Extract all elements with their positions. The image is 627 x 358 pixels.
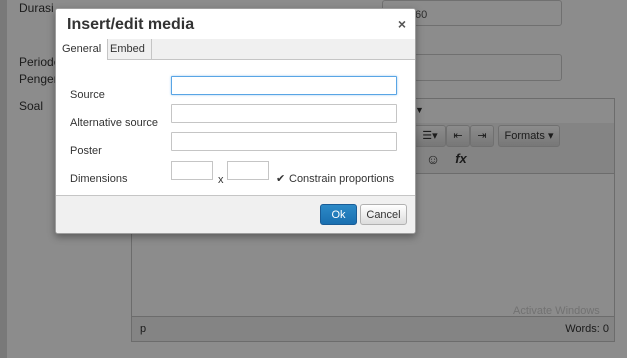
poster-input[interactable] (171, 132, 397, 151)
constrain-label[interactable]: Constrain proportions (289, 173, 394, 185)
dialog-title: Insert/edit media (67, 16, 195, 33)
tab-embed[interactable]: Embed (104, 39, 152, 59)
cancel-button[interactable]: Cancel (360, 204, 407, 225)
alt-source-label: Alternative source (70, 117, 159, 129)
dimensions-label: Dimensions (70, 173, 128, 185)
dialog-header: Insert/edit media × (56, 9, 415, 39)
constrain-checkbox[interactable]: ✔ (276, 174, 287, 185)
dimensions-separator: x (218, 174, 224, 186)
source-label: Source (70, 89, 105, 101)
height-input[interactable] (227, 161, 269, 180)
width-input[interactable] (171, 161, 213, 180)
poster-label: Poster (70, 145, 102, 157)
alt-source-input[interactable] (171, 104, 397, 123)
tab-general[interactable]: General (56, 39, 109, 60)
close-icon[interactable]: × (398, 16, 406, 32)
source-input[interactable] (171, 76, 397, 95)
ok-button[interactable]: Ok (320, 204, 357, 225)
dialog-body: Source Alternative source Poster Dimensi… (56, 60, 415, 196)
dialog-footer: Ok Cancel (56, 195, 415, 233)
dialog-tabs: General Embed (56, 39, 415, 60)
insert-media-dialog: Insert/edit media × General Embed Source… (55, 8, 416, 234)
